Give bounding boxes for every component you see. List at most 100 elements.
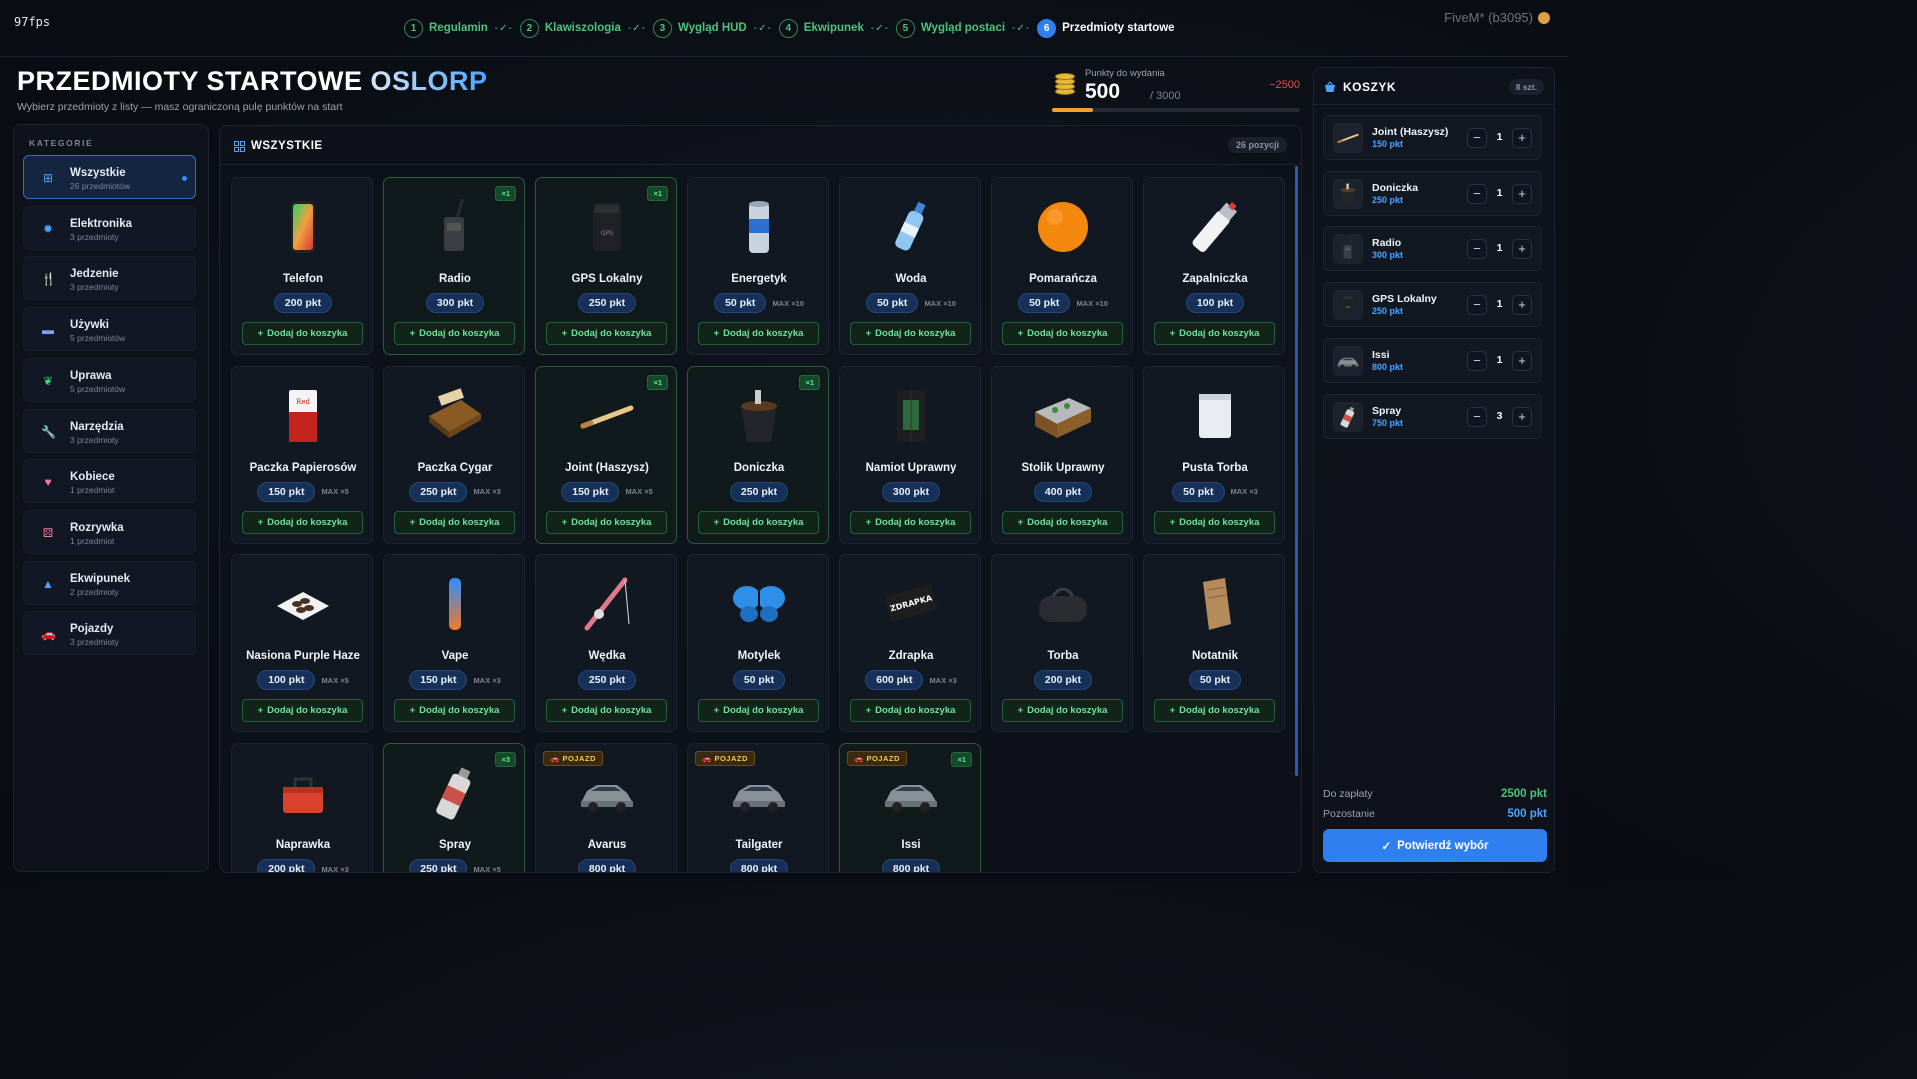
category-count: 5 przedmiotów <box>70 333 126 344</box>
item-card[interactable]: ×1 Doniczka 250 pkt + Dodaj do koszyka <box>687 365 829 544</box>
increase-qty-button[interactable]: + <box>1512 128 1532 148</box>
add-to-cart-button[interactable]: + Dodaj do koszyka <box>1154 510 1275 534</box>
step-3[interactable]: 3 Wygląd HUD <box>652 18 747 38</box>
item-card[interactable]: Zapalniczka 100 pkt + Dodaj do koszyka <box>1143 177 1285 355</box>
item-card[interactable]: Vape 150 pkt MAX ×3 + Dodaj do koszyka <box>383 554 525 733</box>
step-separator-check-icon: -✓- <box>753 22 772 34</box>
add-to-cart-button[interactable]: + Dodaj do koszyka <box>1002 510 1123 534</box>
item-card[interactable]: ZDRAPKA Zdrapka 600 pkt MAX ×3 + Dodaj d… <box>839 554 981 733</box>
step-progress: 1 Regulamin -✓- 2 Klawiszologia -✓- 3 Wygląd HU… <box>404 18 1175 38</box>
item-card[interactable]: Namiot Uprawny 300 pkt + Dodaj do koszyk… <box>839 365 981 544</box>
item-card[interactable]: Pomarańcza 50 pkt MAX ×10 + Dodaj do kos… <box>991 177 1133 355</box>
item-card[interactable]: ×3 Spray 250 pkt MAX ×5 + Dodaj do koszy… <box>383 743 525 872</box>
item-card[interactable]: Notatnik 50 pkt + Dodaj do koszyka <box>1143 554 1285 733</box>
item-card[interactable]: 🚗 POJAZD Tailgater 800 pkt + Dodaj do ko… <box>687 743 829 872</box>
item-card[interactable]: ×1 Joint (Haszysz) 150 pkt MAX ×5 + Doda… <box>535 365 677 544</box>
increase-qty-button[interactable]: + <box>1512 406 1532 427</box>
increase-qty-button[interactable]: + <box>1512 239 1532 260</box>
decrease-qty-button[interactable]: − <box>1467 295 1487 316</box>
sidebar-item-narzędzia[interactable]: 🔧 Narzędzia 3 przedmioty <box>23 408 196 453</box>
step-4[interactable]: 4 Ekwipunek <box>778 18 864 38</box>
add-to-cart-button[interactable]: + Dodaj do koszyka <box>394 322 515 345</box>
item-price-row: 300 pkt <box>840 481 980 502</box>
decrease-qty-button[interactable]: − <box>1467 183 1487 204</box>
points-delta: −2500 <box>1269 79 1300 91</box>
platform-label: FiveM* (b3095) <box>1444 10 1550 25</box>
confirm-button[interactable]: ✓ Potwierdź wybór <box>1323 829 1547 862</box>
step-6[interactable]: 6 Przedmioty startowe <box>1037 18 1175 38</box>
cart-count-badge: 8 szt. <box>1508 79 1544 95</box>
item-card[interactable]: Pusta Torba 50 pkt MAX ×3 + Dodaj do kos… <box>1143 365 1285 544</box>
add-to-cart-button[interactable]: + Dodaj do koszyka <box>242 699 363 723</box>
sidebar-item-jedzenie[interactable]: 🍴 Jedzenie 3 przedmioty <box>23 256 196 301</box>
step-1[interactable]: 1 Regulamin <box>404 18 488 38</box>
add-to-cart-button[interactable]: + Dodaj do koszyka <box>850 699 971 723</box>
add-to-cart-button[interactable]: + Dodaj do koszyka <box>698 510 819 534</box>
item-card[interactable]: Naprawka 200 pkt MAX ×3 + Dodaj do koszy… <box>231 743 373 872</box>
add-to-cart-button[interactable]: + Dodaj do koszyka <box>242 322 363 345</box>
decrease-qty-button[interactable]: − <box>1467 239 1487 260</box>
item-card[interactable]: 🚗 POJAZD Avarus 800 pkt + Dodaj do koszy… <box>535 743 677 872</box>
sidebar-item-kobiece[interactable]: ♥ Kobiece 1 przedmiot <box>23 459 196 504</box>
item-name: Zdrapka <box>888 650 934 663</box>
step-separator-check-icon: -✓- <box>627 22 646 34</box>
cutlery-icon: 🍴 <box>41 272 56 287</box>
add-to-cart-button[interactable]: + Dodaj do koszyka <box>1154 322 1275 345</box>
sidebar-item-uprawa[interactable]: ❦ Uprawa 5 przedmiotów <box>23 357 196 402</box>
item-card[interactable]: Red Paczka Papierosów 150 pkt MAX ×5 + D… <box>231 365 373 544</box>
item-card[interactable]: ×1 GPS GPS Lokalny 250 pkt + Dodaj do ko… <box>535 177 677 355</box>
increase-qty-button[interactable]: + <box>1512 183 1532 204</box>
car-icon <box>1333 345 1363 376</box>
item-card[interactable]: Woda 50 pkt MAX ×10 + Dodaj do koszyka <box>839 177 981 355</box>
sidebar-item-rozrywka[interactable]: ⚄ Rozrywka 1 przedmiot <box>23 509 196 554</box>
item-price: 250 pkt <box>577 293 637 313</box>
seedling-icon: ❦ <box>42 373 54 388</box>
add-to-cart-button[interactable]: + Dodaj do koszyka <box>1002 699 1123 723</box>
sidebar-item-wszystkie[interactable]: ⊞ Wszystkie 26 przedmiotów <box>23 155 196 199</box>
in-cart-qty-badge: ×3 <box>495 752 516 768</box>
add-to-cart-button[interactable]: + Dodaj do koszyka <box>394 510 515 534</box>
decrease-qty-button[interactable]: − <box>1467 350 1487 371</box>
add-to-cart-button[interactable]: + Dodaj do koszyka <box>850 322 971 345</box>
in-cart-qty-badge: ×1 <box>647 374 668 390</box>
items-scrollbar[interactable] <box>1295 166 1298 776</box>
add-to-cart-button[interactable]: + Dodaj do koszyka <box>1002 322 1123 345</box>
add-to-cart-button[interactable]: + Dodaj do koszyka <box>546 699 667 723</box>
item-card[interactable]: Wędka 250 pkt + Dodaj do koszyka <box>535 554 677 733</box>
cigarette-icon: ▬ <box>42 323 54 338</box>
item-price: 100 pkt <box>1185 293 1245 313</box>
add-to-cart-button[interactable]: + Dodaj do koszyka <box>546 510 667 534</box>
item-card[interactable]: Torba 200 pkt + Dodaj do koszyka <box>991 554 1133 733</box>
step-2[interactable]: 2 Klawiszologia <box>519 18 621 38</box>
in-cart-qty-badge: ×1 <box>951 752 972 768</box>
increase-qty-button[interactable]: + <box>1512 350 1532 371</box>
decrease-qty-button[interactable]: − <box>1467 406 1487 427</box>
add-to-cart-button[interactable]: + Dodaj do koszyka <box>1154 699 1275 723</box>
item-card[interactable]: ×1 Radio 300 pkt + Dodaj do koszyka <box>383 177 525 355</box>
item-name: Radio <box>439 273 471 285</box>
decrease-qty-button[interactable]: − <box>1467 128 1487 148</box>
add-to-cart-button[interactable]: + Dodaj do koszyka <box>394 699 515 723</box>
sidebar-item-pojazdy[interactable]: 🚗 Pojazdy 3 przedmioty <box>23 611 196 656</box>
item-card[interactable]: Energetyk 50 pkt MAX ×10 + Dodaj do kosz… <box>687 177 829 355</box>
step-5[interactable]: 5 Wygląd postaci <box>895 18 1005 38</box>
item-card[interactable]: Paczka Cygar 250 pkt MAX ×3 + Dodaj do k… <box>383 365 525 544</box>
increase-qty-button[interactable]: + <box>1512 295 1532 316</box>
item-card[interactable]: Telefon 200 pkt + Dodaj do koszyka <box>231 177 373 355</box>
add-to-cart-button[interactable]: + Dodaj do koszyka <box>850 510 971 534</box>
item-card[interactable]: Motylek 50 pkt + Dodaj do koszyka <box>687 554 829 733</box>
svg-text:Red: Red <box>296 398 310 406</box>
cart-item-price: 800 pkt <box>1372 361 1404 372</box>
add-to-cart-button[interactable]: + Dodaj do koszyka <box>698 699 819 723</box>
item-name: Telefon <box>282 273 324 285</box>
item-card[interactable]: Nasiona Purple Haze 100 pkt MAX ×5 + Dod… <box>231 554 373 733</box>
sidebar-item-elektronika[interactable]: ✹ Elektronika 3 przedmioty <box>23 205 196 250</box>
sidebar-item-używki[interactable]: ▬ Używki 5 przedmiotów <box>23 307 196 352</box>
step-number: 5 <box>895 18 915 38</box>
add-to-cart-button[interactable]: + Dodaj do koszyka <box>546 322 667 345</box>
item-card[interactable]: 🚗 POJAZD ×1 Issi 800 pkt + Dodaj do kosz… <box>839 743 981 872</box>
add-to-cart-button[interactable]: + Dodaj do koszyka <box>242 510 363 534</box>
sidebar-item-ekwipunek[interactable]: ▲ Ekwipunek 2 przedmioty <box>23 560 196 605</box>
add-to-cart-button[interactable]: + Dodaj do koszyka <box>698 322 819 345</box>
item-card[interactable]: Stolik Uprawny 400 pkt + Dodaj do koszyk… <box>991 365 1133 544</box>
